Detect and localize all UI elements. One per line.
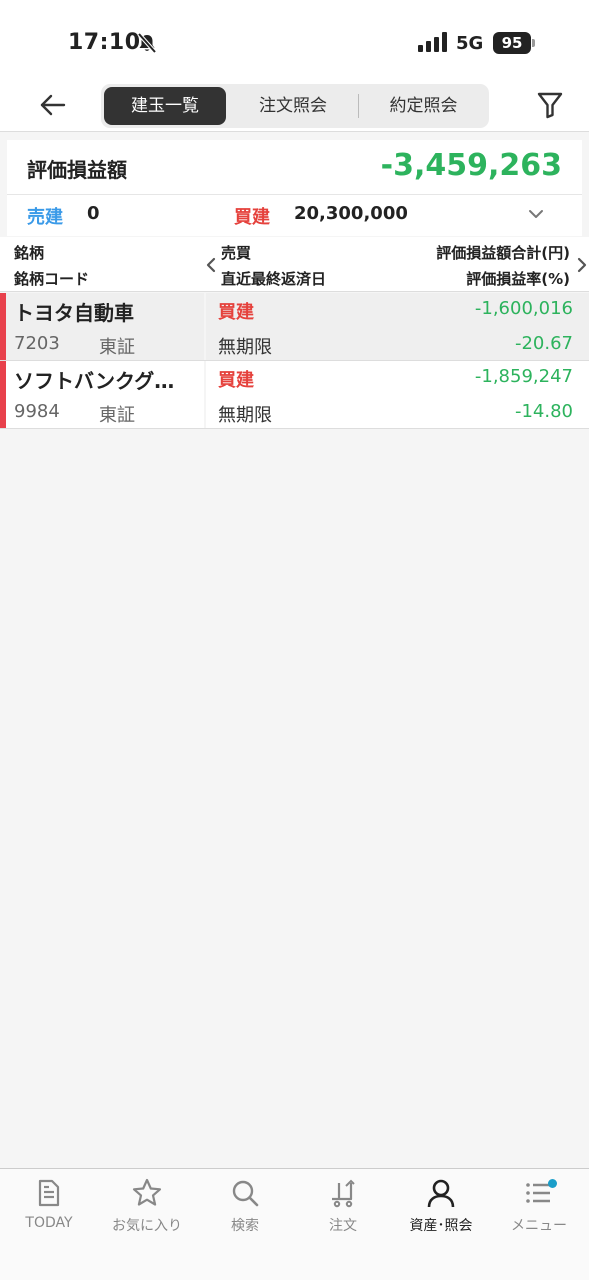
row-detail-cell[interactable]: 買建 無期限 -1,859,247 -14.80 [206,361,589,428]
battery-tip [532,39,535,47]
signal-icon [418,32,447,52]
stock-code: 7203 [14,333,60,354]
col-pl-rate-header: 評価損益率(%) [466,270,570,288]
tab-positions[interactable]: 建玉一覧 [104,87,226,125]
header: 建玉一覧 注文照会 約定照会 [0,80,589,132]
table-row[interactable]: ソフトバンクグ… 9984 東証 買建 無期限 -1,859,247 -14.8… [0,361,589,429]
col-code-header: 銘柄コード [14,270,90,288]
repayment-term: 無期限 [218,337,272,358]
stock-name: トヨタ自動車 [14,301,134,325]
tab-execution-inquiry[interactable]: 約定照会 [361,87,486,125]
bell-slash-icon [137,32,157,54]
summary-breakdown[interactable]: 売建 0 買建 20,300,000 [7,195,582,235]
col-side-header: 売買 [221,244,252,262]
unrealized-pl: -1,600,016 [474,298,573,319]
status-bar: 17:10 5G 95 [0,0,589,80]
stock-code: 9984 [14,401,60,422]
person-icon [427,1179,455,1208]
bottom-nav: TODAY お気に入り 検索 注文 資産･照会 メニュー [0,1168,589,1280]
nav-label: 資産･照会 [409,1218,473,1234]
stock-market: 東証 [99,337,135,358]
row-detail-cell[interactable]: 買建 無期限 -1,600,016 -20.67 [206,293,589,360]
trade-side: 買建 [218,302,254,323]
notification-dot [548,1179,557,1188]
chevron-right-icon[interactable] [576,257,588,273]
col-pl-header: 評価損益額合計(円) [436,244,570,262]
unrealized-pl: -1,859,247 [474,366,573,387]
table-header: 銘柄 銘柄コード 売買 直近最終返済日 評価損益額合計(円) 評価損益率(%) [0,237,589,292]
sell-position-label: 売建 [27,207,63,228]
chevron-left-icon[interactable] [205,257,217,273]
nav-order[interactable]: 注文 [294,1177,392,1247]
col-name-header: 銘柄 [14,244,45,262]
nav-label: 注文 [329,1218,357,1234]
network-type: 5G [456,33,484,54]
nav-label: 検索 [231,1218,259,1234]
buy-position-label: 買建 [234,207,270,228]
nav-favorites[interactable]: お気に入り [98,1177,196,1247]
stock-market: 東証 [99,405,135,426]
nav-assets[interactable]: 資産･照会 [392,1177,490,1247]
unrealized-pl-rate: -14.80 [514,401,573,422]
sell-position-value: 0 [87,203,100,224]
row-name-cell[interactable]: トヨタ自動車 7203 東証 [0,293,204,360]
back-arrow-icon[interactable] [38,92,68,118]
nav-label: TODAY [25,1215,73,1231]
table-row[interactable]: トヨタ自動車 7203 東証 買建 無期限 -1,600,016 -20.67 [0,293,589,361]
tab-separator [358,94,359,118]
tab-order-inquiry[interactable]: 注文照会 [231,87,355,125]
chevron-down-icon[interactable] [527,205,545,223]
document-icon [38,1179,60,1207]
nav-label: メニュー [511,1218,567,1234]
buy-position-value: 20,300,000 [294,203,408,224]
total-pl-value: -3,459,263 [380,148,562,183]
nav-label: お気に入り [112,1218,182,1234]
total-pl-label: 評価損益額 [27,158,127,182]
pl-summary-card: 評価損益額 -3,459,263 売建 0 買建 20,300,000 [7,140,582,236]
nav-search[interactable]: 検索 [196,1177,294,1247]
status-time: 17:10 [68,30,141,55]
stock-name: ソフトバンクグ… [14,369,175,393]
col-term-header: 直近最終返済日 [221,270,327,288]
filter-icon[interactable] [536,90,564,120]
star-icon [132,1178,162,1206]
repayment-term: 無期限 [218,405,272,426]
battery-indicator: 95 [493,32,531,54]
cart-icon [332,1179,355,1208]
trade-side: 買建 [218,370,254,391]
row-name-cell[interactable]: ソフトバンクグ… 9984 東証 [0,361,204,428]
unrealized-pl-rate: -20.67 [514,333,573,354]
nav-menu[interactable]: メニュー [490,1177,588,1247]
tab-segment-control: 建玉一覧 注文照会 約定照会 [101,84,489,128]
nav-today[interactable]: TODAY [0,1177,98,1247]
search-icon [232,1180,259,1207]
